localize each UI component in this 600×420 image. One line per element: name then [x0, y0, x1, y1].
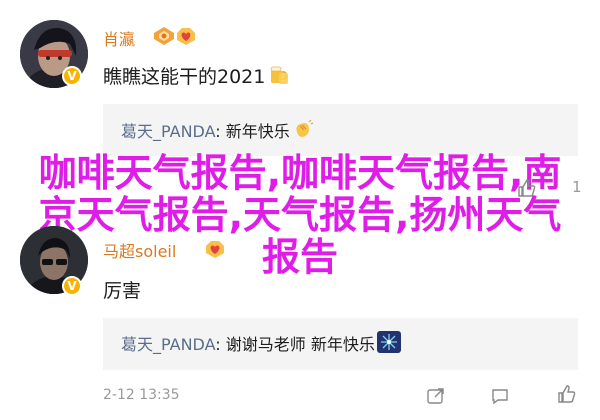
overlay-caption: 咖啡天气报告,咖啡天气报告,南 京天气报告,天气报告,扬州天气 报告 [0, 152, 600, 278]
fireworks-icon [376, 331, 401, 353]
verified-icon: V [62, 66, 82, 86]
beer-icon [270, 66, 289, 84]
comment-text: 厉害 [103, 280, 142, 302]
like-icon[interactable] [556, 384, 576, 404]
reply-username[interactable]: 葛天_PANDA [121, 335, 215, 354]
overlay-line: 咖啡天气报告,咖啡天气报告,南 [38, 151, 562, 195]
username[interactable]: 肖瀛 [103, 26, 135, 50]
reply-box[interactable]: 葛天_PANDA: 谢谢马老师 新年快乐 [103, 318, 578, 370]
comment-text: 瞧瞧这能干的2021 [103, 62, 291, 89]
reply-username[interactable]: 葛天_PANDA [121, 122, 215, 141]
comment-icon[interactable] [490, 386, 510, 406]
reply-text: 新年快乐 [225, 122, 290, 141]
reply-separator: : [215, 122, 221, 141]
like-count: 1 [572, 178, 582, 196]
share-icon[interactable] [426, 386, 446, 406]
reply-separator: : [215, 335, 221, 354]
timestamp: 2-12 13:35 [103, 387, 180, 403]
overlay-line: 报告 [261, 235, 338, 279]
verified-icon: V [62, 276, 82, 296]
heart-badge-icon [206, 241, 224, 258]
reply-box[interactable]: 葛天_PANDA: 新年快乐 [103, 104, 578, 156]
username[interactable]: 马超soleil [103, 238, 176, 262]
overlay-line: 京天气报告,天气报告,扬州天气 [38, 193, 562, 237]
fan-badge-icon [154, 27, 174, 45]
clap-icon [296, 120, 314, 137]
like-icon[interactable] [516, 178, 536, 198]
reply-text: 谢谢马老师 新年快乐 [225, 335, 375, 354]
heart-badge-icon [177, 28, 195, 45]
